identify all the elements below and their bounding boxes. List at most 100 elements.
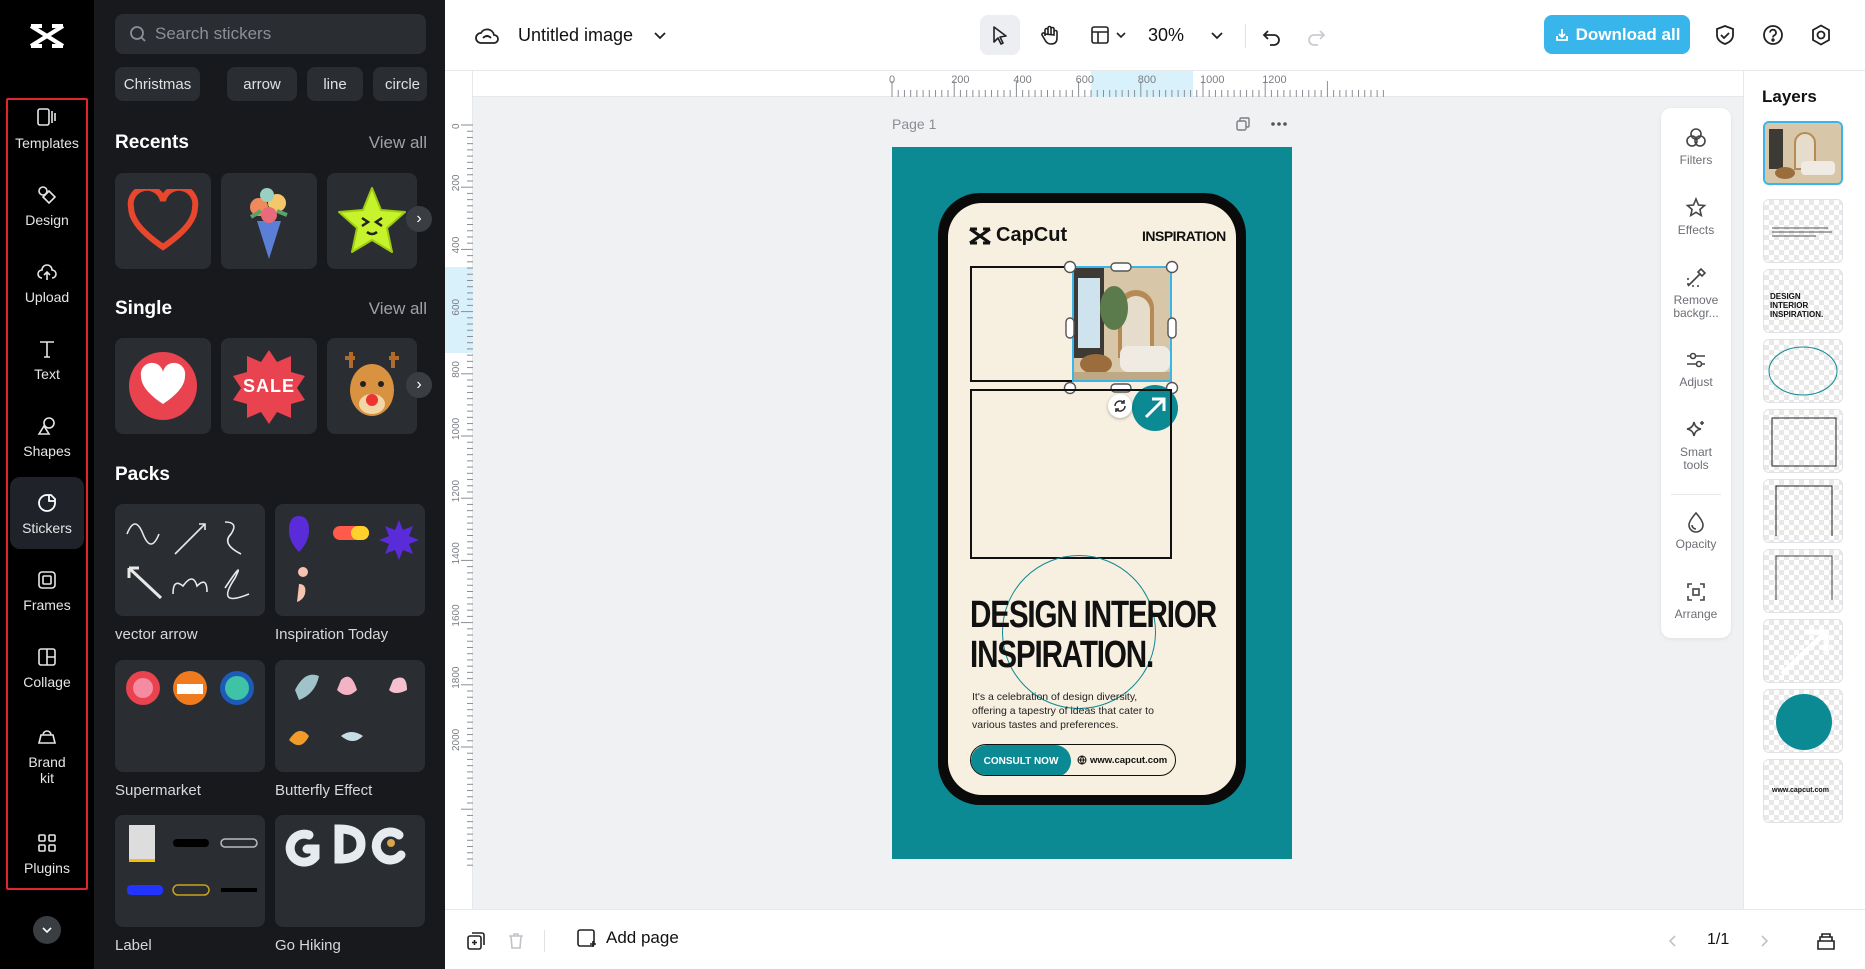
photo-frame-bottom[interactable] <box>970 389 1172 559</box>
pack-supermarket[interactable] <box>115 660 265 772</box>
sticker-star-face[interactable] <box>327 173 417 269</box>
ruler-label: 1600 <box>451 604 462 627</box>
pack-vector-arrow[interactable] <box>115 504 265 616</box>
trash-icon <box>509 933 523 949</box>
toolbar-divider <box>1245 24 1246 48</box>
settings-button[interactable] <box>1806 20 1836 50</box>
capcut-logo[interactable] <box>28 22 66 50</box>
tool-adjust[interactable]: Adjust <box>1661 348 1731 389</box>
layer-frame-right[interactable] <box>1763 549 1843 613</box>
chip-line[interactable]: line <box>307 67 363 101</box>
search-input[interactable]: Search stickers <box>115 14 426 54</box>
sticker-heart-circle[interactable] <box>115 338 211 434</box>
zoom-dropdown-button[interactable] <box>1207 25 1227 45</box>
ruler-label: 1200 <box>1262 74 1286 86</box>
ruler-label: 200 <box>451 174 462 191</box>
nav-templates[interactable]: Templates <box>10 92 84 164</box>
nav-collage[interactable]: Collage <box>10 631 84 703</box>
security-button[interactable] <box>1710 20 1740 50</box>
nav-design[interactable]: Design <box>10 169 84 241</box>
add-page-button[interactable]: Add page <box>576 927 679 949</box>
nav-stickers[interactable]: Stickers <box>10 477 84 549</box>
tool-arrange[interactable]: Arrange <box>1661 580 1731 621</box>
chip-arrow[interactable]: arrow <box>227 67 297 101</box>
prev-page-button[interactable] <box>1662 930 1684 952</box>
layer-photo[interactable] <box>1763 121 1843 185</box>
layers-title: Layers <box>1762 87 1817 106</box>
pages-panel-button[interactable] <box>1813 928 1839 954</box>
recents-view-all[interactable]: View all <box>369 133 427 153</box>
tool-effects[interactable]: Effects <box>1661 196 1731 237</box>
brand-text[interactable]: CapCut <box>996 224 1067 247</box>
layer-body-text[interactable] <box>1763 199 1843 263</box>
headline[interactable]: DESIGN INTERIOR INSPIRATION. <box>970 595 1217 675</box>
url-label: www.capcut.com <box>1090 754 1168 766</box>
layer-photo-thumb <box>1765 123 1841 183</box>
pack-label-shapes[interactable] <box>115 815 265 927</box>
tool-smart-tools[interactable]: Smart tools <box>1661 418 1731 472</box>
canvas-page[interactable]: CapCut INSPIRATION DESIGN INTERIOR INSPI… <box>892 147 1292 859</box>
download-all-button[interactable]: Download all <box>1544 15 1690 54</box>
duplicate-page-button[interactable] <box>1233 114 1253 134</box>
arrange-icon <box>1687 583 1705 601</box>
zoom-level[interactable]: 30% <box>1148 25 1184 46</box>
cloud-sync-button[interactable] <box>472 22 502 50</box>
layout-tool-button[interactable] <box>1082 15 1134 55</box>
url-text[interactable]: www.capcut.com <box>1077 745 1167 775</box>
delete-button[interactable] <box>503 928 529 954</box>
pack-butterfly-effect[interactable] <box>275 660 425 772</box>
recents-next-button[interactable]: › <box>406 206 432 232</box>
undo-button[interactable] <box>1257 21 1287 51</box>
tool-remove-background[interactable]: Remove backgr... <box>1661 266 1731 320</box>
chip-christmas[interactable]: Christmas <box>115 67 200 101</box>
pack-go-hiking[interactable] <box>275 815 425 927</box>
layer-headline[interactable]: DESIGN INTERIOR INSPIRATION. <box>1763 269 1843 333</box>
copy-plus-icon <box>467 932 485 950</box>
layer-teal-circle[interactable] <box>1763 689 1843 753</box>
sticker-heart-outline[interactable] <box>115 173 211 269</box>
layer-arrow[interactable] <box>1763 619 1843 683</box>
single-view-all[interactable]: View all <box>369 299 427 319</box>
photo-frame-left[interactable] <box>970 266 1074 382</box>
pack-inspiration-today[interactable] <box>275 504 425 616</box>
nav-text[interactable]: Text <box>10 323 84 395</box>
sticker-reindeer[interactable] <box>327 338 417 434</box>
layer-frame-bottom[interactable] <box>1763 409 1843 473</box>
tool-opacity[interactable]: Opacity <box>1661 510 1731 551</box>
body-text[interactable]: It's a celebration of design diversity, … <box>972 690 1154 732</box>
cta-pill[interactable]: CONSULT NOW www.capcut.com <box>970 744 1176 776</box>
edit-tools-panel: Filters Effects Remove backgr... Adjust … <box>1661 108 1731 638</box>
chip-circle[interactable]: circle <box>373 67 427 101</box>
left-nav-rail: Templates Design Upload Text Shapes Stic… <box>0 0 94 969</box>
effects-star-icon <box>1685 196 1707 218</box>
nav-plugins[interactable]: Plugins <box>10 817 84 889</box>
nav-shapes[interactable]: Shapes <box>10 400 84 472</box>
sticker-flower-bouquet[interactable] <box>221 173 317 269</box>
redo-button[interactable] <box>1301 21 1331 51</box>
layer-body-text-thumb <box>1772 227 1832 237</box>
hand-tool-button[interactable] <box>1030 15 1070 55</box>
nav-upload[interactable]: Upload <box>10 246 84 318</box>
select-tool-button[interactable] <box>980 15 1020 55</box>
sticker-sale-badge[interactable]: SALE <box>221 338 317 434</box>
layer-frame-left[interactable] <box>1763 479 1843 543</box>
tool-filters[interactable]: Filters <box>1661 126 1731 167</box>
layer-circle[interactable] <box>1763 339 1843 403</box>
layer-url-text[interactable]: www.capcut.com <box>1763 759 1843 823</box>
title-dropdown-button[interactable] <box>650 25 670 45</box>
consult-now-button[interactable]: CONSULT NOW <box>971 745 1071 775</box>
add-layer-button[interactable] <box>463 928 489 954</box>
next-page-button[interactable] <box>1753 930 1775 952</box>
chip-label: circle <box>385 75 421 93</box>
nav-brand-kit[interactable]: Brand kit <box>10 714 84 796</box>
single-next-button[interactable]: › <box>406 372 432 398</box>
packs-title: Packs <box>115 464 170 485</box>
nav-label: Plugins <box>24 859 70 876</box>
tag-text[interactable]: INSPIRATION <box>1142 228 1226 244</box>
collapse-nav-button[interactable] <box>33 916 61 944</box>
document-title[interactable]: Untitled image <box>518 25 633 46</box>
nav-frames[interactable]: Frames <box>10 554 84 626</box>
help-button[interactable] <box>1758 20 1788 50</box>
chip-label: Christmas <box>123 75 192 93</box>
page-more-button[interactable] <box>1268 114 1290 134</box>
